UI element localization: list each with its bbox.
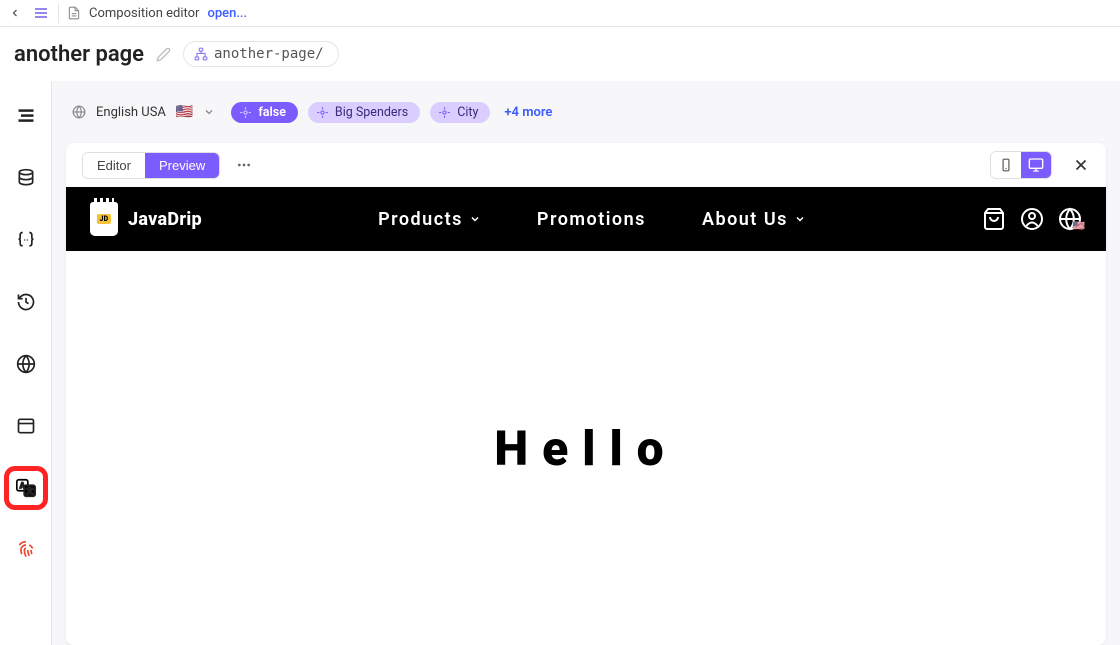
history-icon: [16, 292, 36, 312]
divider: [58, 3, 59, 23]
chevron-left-icon: [9, 7, 21, 19]
context-chip-big-spenders[interactable]: Big Spenders: [308, 102, 420, 123]
structure-icon: [16, 106, 36, 126]
back-button[interactable]: [6, 4, 24, 22]
sidebar-item-data[interactable]: [9, 161, 43, 195]
menu-toggle-button[interactable]: [32, 4, 50, 22]
context-chip-false[interactable]: false: [231, 102, 298, 123]
edit-title-button[interactable]: [156, 47, 171, 62]
slug-chip[interactable]: another-page/: [183, 41, 339, 67]
brand-logo: JD: [90, 202, 118, 236]
locale-label: English USA: [96, 105, 166, 120]
site-menu: Products Promotions About Us: [378, 209, 806, 230]
context-chip-city[interactable]: City: [430, 102, 490, 123]
site-preview: JD JavaDrip Products Promotions: [66, 187, 1106, 645]
locale-flag-overlay: 🇺🇸: [1073, 221, 1085, 232]
sidebar-rail: A文: [0, 81, 52, 645]
globe-icon: [16, 354, 36, 374]
site-menu-item-promotions[interactable]: Promotions: [537, 209, 646, 230]
menu-item-label: Promotions: [537, 209, 646, 230]
context-row: English USA 🇺🇸 false Big Spenders: [52, 81, 1120, 143]
brand[interactable]: JD JavaDrip: [90, 202, 202, 236]
menu-item-label: About Us: [702, 209, 788, 230]
chevron-down-icon: [469, 213, 481, 225]
account-button[interactable]: [1020, 207, 1044, 231]
braces-icon: [16, 230, 36, 250]
preview-tab-button[interactable]: Preview: [145, 153, 219, 178]
viewport-desktop-button[interactable]: [1021, 152, 1051, 178]
panel-more-button[interactable]: [232, 153, 256, 177]
content-area: English USA 🇺🇸 false Big Spenders: [52, 81, 1120, 645]
context-more-link[interactable]: +4 more: [504, 105, 552, 120]
locale-dropdown-button[interactable]: [203, 106, 215, 118]
slug-text: another-page/: [214, 46, 324, 62]
close-panel-button[interactable]: [1072, 156, 1090, 174]
menu-icon: [33, 5, 49, 21]
locale-flag: 🇺🇸: [176, 104, 193, 120]
hero-text: Hello: [494, 420, 677, 477]
chip-label: Big Spenders: [335, 105, 408, 120]
sidebar-item-parameters[interactable]: [9, 223, 43, 257]
breadcrumb-title: Composition editor: [89, 6, 199, 21]
svg-text:文: 文: [25, 487, 34, 496]
translate-icon: A文: [15, 477, 37, 499]
editor-preview-toggle: Editor Preview: [82, 152, 220, 179]
preview-panel: Editor Preview: [66, 143, 1106, 645]
site-hero: Hello: [66, 251, 1106, 645]
mobile-icon: [999, 158, 1013, 172]
target-icon: [239, 106, 252, 119]
chevron-down-icon: [203, 106, 215, 118]
dots-horizontal-icon: [236, 157, 252, 173]
site-navbar: JD JavaDrip Products Promotions: [66, 187, 1106, 251]
database-icon: [16, 168, 36, 188]
target-icon: [316, 106, 329, 119]
sidebar-item-localization[interactable]: A文: [9, 471, 43, 505]
panel-toolbar: Editor Preview: [66, 143, 1106, 187]
top-breadcrumb-bar: Composition editor open...: [0, 0, 1120, 27]
user-circle-icon: [1020, 207, 1044, 231]
editor-tab-button[interactable]: Editor: [83, 153, 145, 178]
chevron-down-icon: [794, 213, 806, 225]
site-menu-item-about[interactable]: About Us: [702, 209, 806, 230]
brand-name: JavaDrip: [128, 209, 202, 230]
close-icon: [1072, 156, 1090, 174]
sidebar-item-history[interactable]: [9, 285, 43, 319]
menu-item-label: Products: [378, 209, 463, 230]
desktop-icon: [1028, 157, 1044, 173]
site-menu-item-products[interactable]: Products: [378, 209, 481, 230]
browser-icon: [16, 416, 36, 436]
viewport-toggle: [990, 151, 1052, 179]
chip-label: false: [258, 105, 286, 120]
sitemap-icon: [194, 47, 208, 61]
sidebar-item-locales[interactable]: [9, 347, 43, 381]
sidebar-item-structure[interactable]: [9, 99, 43, 133]
viewport-mobile-button[interactable]: [991, 152, 1021, 178]
document-icon: [67, 6, 81, 20]
cart-button[interactable]: [982, 207, 1006, 231]
titlebar: another page another-page/: [0, 27, 1120, 81]
site-icons: 🇺🇸: [982, 207, 1082, 231]
locale-globe-icon: [72, 105, 86, 119]
breadcrumb-open-link[interactable]: open...: [207, 6, 247, 21]
page-title: another page: [14, 42, 144, 67]
locale-switcher-button[interactable]: 🇺🇸: [1058, 207, 1082, 231]
sidebar-item-page[interactable]: [9, 409, 43, 443]
chip-label: City: [457, 105, 478, 120]
shopping-bag-icon: [982, 207, 1006, 231]
brand-logo-badge: JD: [97, 214, 110, 224]
sidebar-item-personalization[interactable]: [9, 533, 43, 567]
pencil-icon: [156, 47, 171, 62]
target-icon: [438, 106, 451, 119]
fingerprint-icon: [16, 540, 36, 560]
